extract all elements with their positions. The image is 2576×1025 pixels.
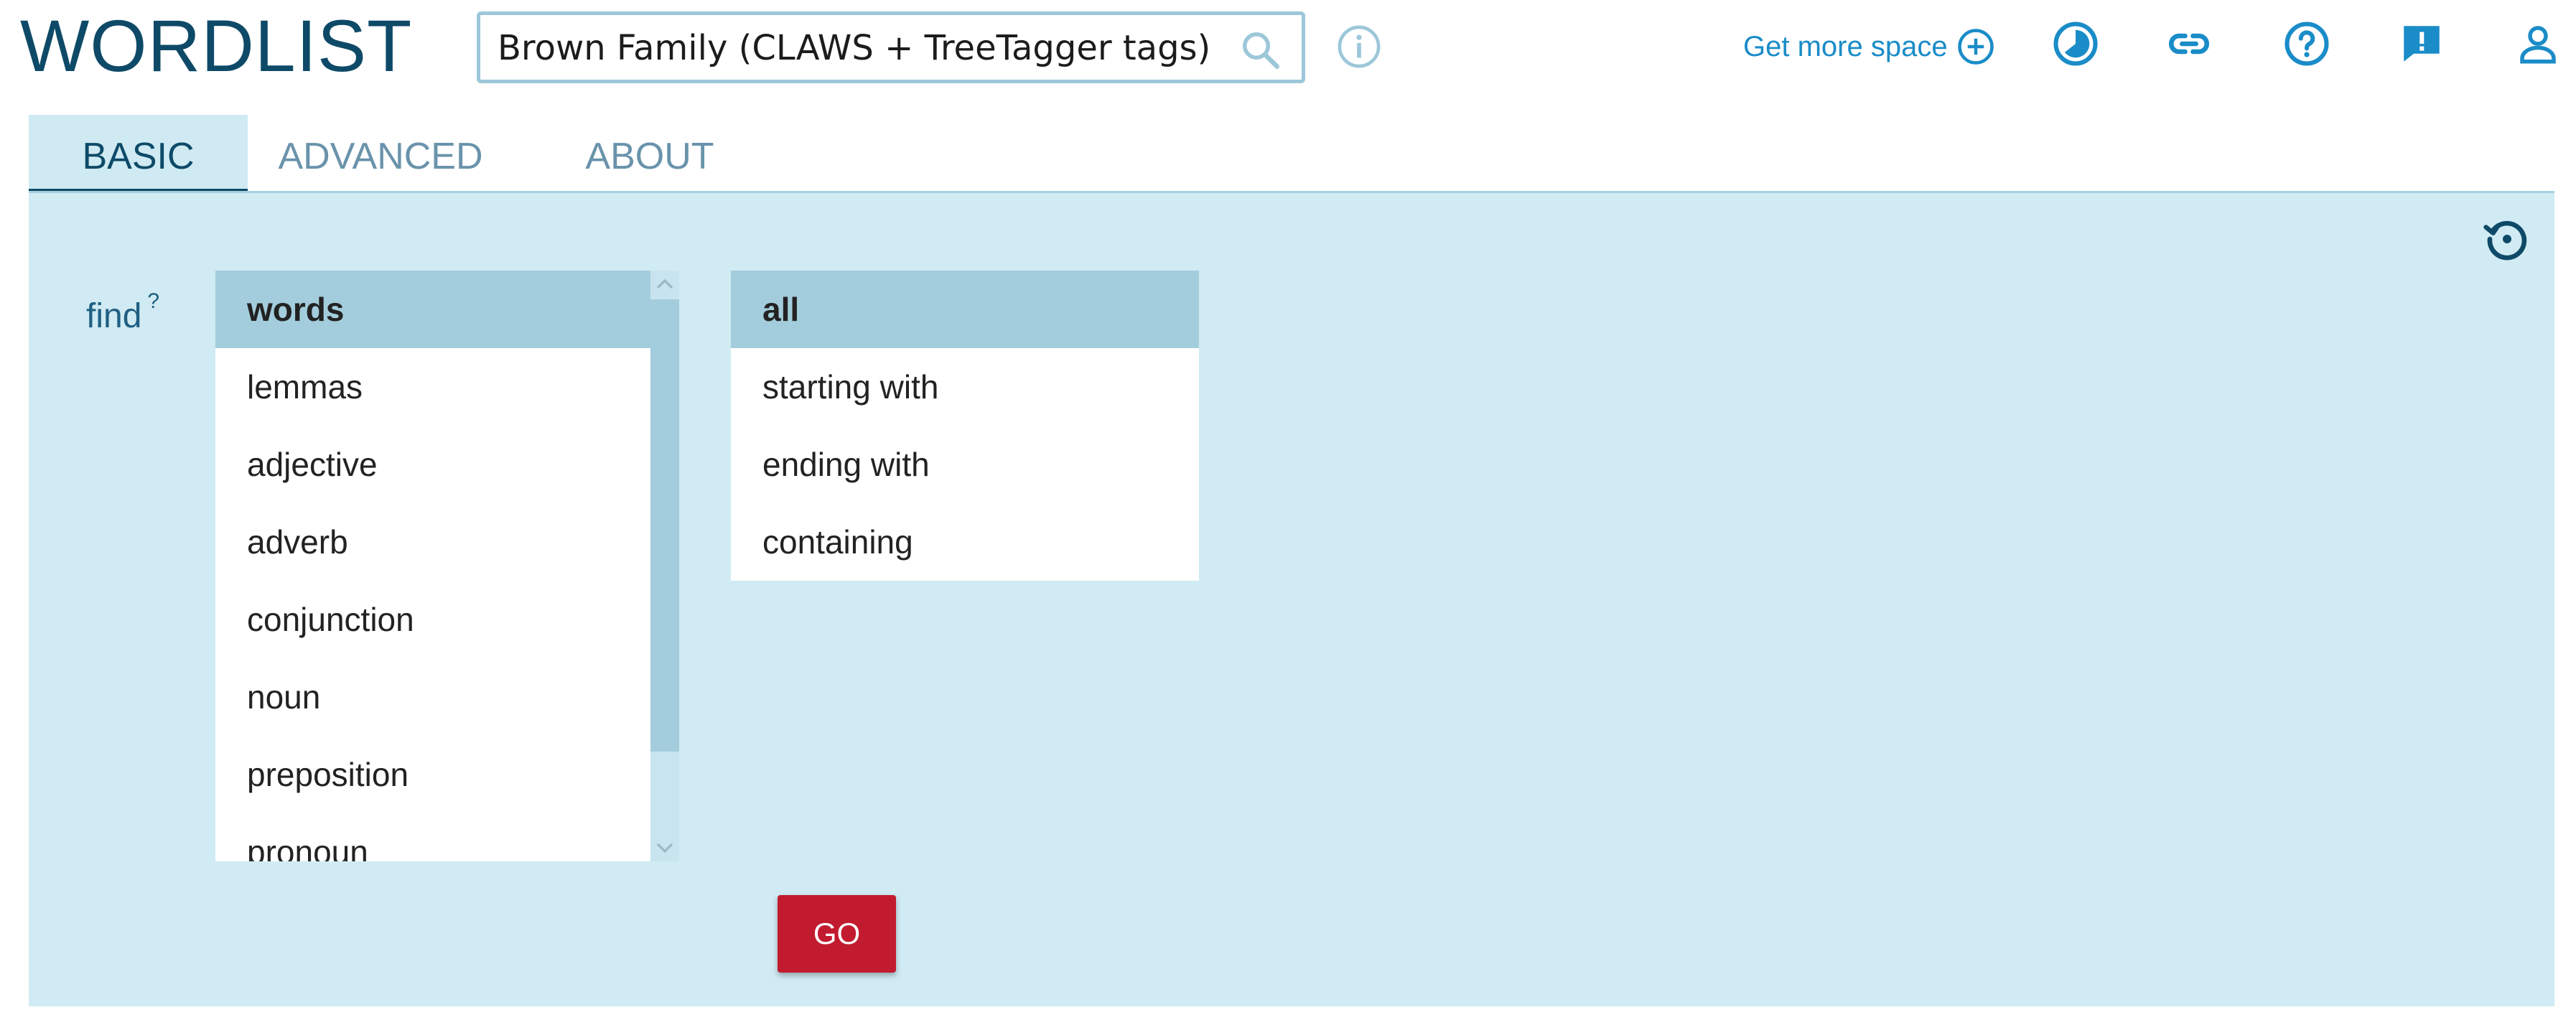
find-option-adjective[interactable]: adjective	[215, 426, 678, 503]
get-more-space-link[interactable]: Get more space	[1743, 23, 1995, 70]
tab-basic[interactable]: BASIC	[29, 115, 248, 192]
find-option-conjunction[interactable]: conjunction	[215, 581, 678, 658]
match-option-starting-with[interactable]: starting with	[731, 348, 1199, 426]
get-more-space-label: Get more space	[1743, 30, 1948, 62]
find-option-preposition[interactable]: preposition	[215, 736, 678, 813]
find-option-adverb[interactable]: adverb	[215, 503, 678, 581]
feedback-icon[interactable]	[2398, 20, 2445, 67]
find-help-mark[interactable]: ?	[147, 289, 159, 313]
tab-about[interactable]: ABOUT	[574, 115, 725, 192]
link-icon[interactable]	[2165, 20, 2213, 67]
scroll-down-icon[interactable]	[650, 833, 679, 861]
match-option-all[interactable]: all	[731, 271, 1199, 348]
basic-panel: find? words lemmas adjective adverb conj…	[29, 193, 2554, 1006]
pie-chart-icon[interactable]	[2052, 20, 2099, 67]
history-icon[interactable]	[2481, 213, 2533, 265]
tab-bar: BASIC ADVANCED ABOUT	[29, 115, 2554, 192]
app-title: WORDLIST	[20, 5, 413, 87]
scrollbar-thumb[interactable]	[650, 299, 679, 752]
match-listbox[interactable]: all starting with ending with containing	[731, 271, 1199, 581]
search-icon[interactable]	[1238, 28, 1282, 71]
help-icon[interactable]	[2283, 20, 2330, 67]
find-label-text: find	[86, 297, 142, 335]
plus-circle-icon	[1957, 29, 1994, 65]
go-button[interactable]: GO	[778, 895, 896, 973]
find-option-words[interactable]: words	[215, 271, 678, 348]
find-listbox-scrollbar[interactable]	[650, 271, 679, 861]
find-option-pronoun[interactable]: pronoun	[215, 813, 678, 861]
corpus-name: Brown Family (CLAWS + TreeTagger tags)	[498, 28, 1211, 68]
corpus-selector[interactable]: Brown Family (CLAWS + TreeTagger tags)	[477, 11, 1305, 83]
scroll-up-icon[interactable]	[650, 271, 679, 299]
find-label: find?	[86, 289, 159, 336]
info-icon[interactable]	[1337, 24, 1381, 69]
find-listbox[interactable]: words lemmas adjective adverb conjunctio…	[215, 271, 678, 861]
user-icon[interactable]	[2514, 20, 2562, 67]
find-option-noun[interactable]: noun	[215, 658, 678, 736]
match-option-containing[interactable]: containing	[731, 503, 1199, 581]
find-option-lemmas[interactable]: lemmas	[215, 348, 678, 426]
tab-advanced[interactable]: ADVANCED	[273, 115, 488, 192]
match-option-ending-with[interactable]: ending with	[731, 426, 1199, 503]
